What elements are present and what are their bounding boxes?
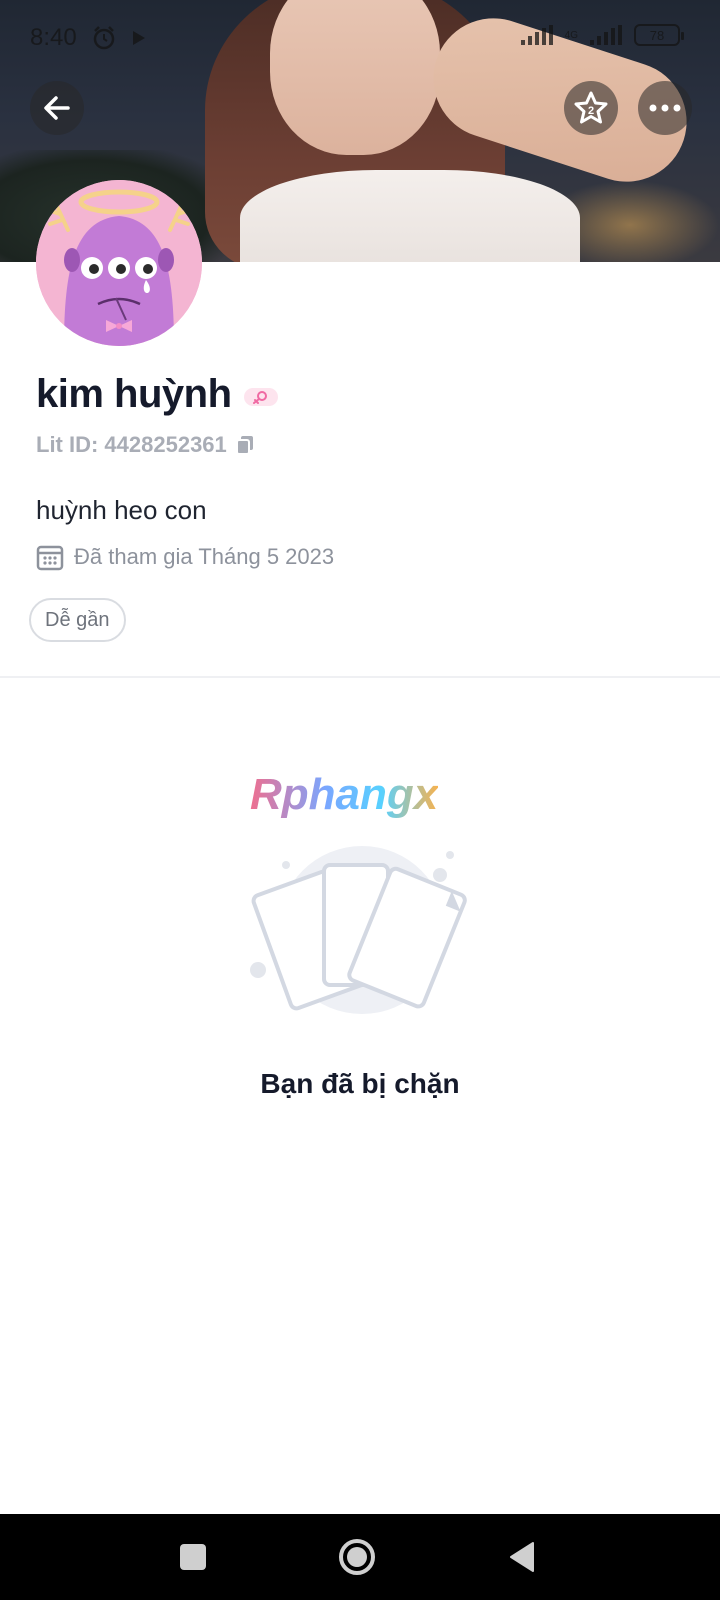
battery-icon: 78 xyxy=(634,24,684,46)
profile-tag: Dễ gần xyxy=(29,598,126,642)
profile-name-row: kim huỳnh xyxy=(36,372,278,417)
recents-button[interactable] xyxy=(153,1514,233,1600)
home-button[interactable] xyxy=(317,1514,397,1600)
join-date: Đã tham gia Tháng 5 2023 xyxy=(74,544,335,569)
profile-bio: huỳnh heo con xyxy=(36,495,207,525)
alarm-icon xyxy=(93,26,114,50)
circle-icon xyxy=(339,1539,375,1575)
avatar[interactable] xyxy=(36,180,202,346)
status-time: 8:40 xyxy=(30,24,77,51)
triangle-back-icon xyxy=(510,1542,534,1572)
lit-id: Lit ID: 4428252361 xyxy=(36,432,227,457)
female-icon xyxy=(243,387,278,406)
status-bar: 8:40 4G 78 xyxy=(0,0,720,76)
back-button[interactable] xyxy=(30,81,84,135)
star-icon: 2 xyxy=(574,91,608,124)
lit-id-row: Lit ID: 4428252361 xyxy=(36,432,255,458)
empty-cards-illustration xyxy=(250,846,467,1014)
play-icon xyxy=(132,31,145,45)
signal-icon-2 xyxy=(590,25,622,45)
battery-level: 78 xyxy=(649,27,665,43)
profile-name: kim huỳnh xyxy=(36,372,232,416)
more-horizontal-icon xyxy=(649,104,681,112)
blocked-message: Bạn đã bị chặn xyxy=(260,1068,460,1099)
section-divider xyxy=(0,676,720,678)
watermark-logo: Rphangx xyxy=(250,770,439,819)
copy-icon[interactable] xyxy=(235,434,255,456)
signal-icon xyxy=(520,25,553,45)
calendar-icon xyxy=(36,545,64,571)
arrow-left-icon xyxy=(44,96,70,120)
system-back-button[interactable] xyxy=(482,1514,562,1600)
square-icon xyxy=(180,1544,206,1570)
more-options-button[interactable] xyxy=(638,81,692,135)
favorite-button[interactable]: 2 xyxy=(564,81,618,135)
svg-text:2: 2 xyxy=(588,105,594,117)
network-label: 4G xyxy=(564,29,578,41)
join-date-row: Đã tham gia Tháng 5 2023 xyxy=(36,543,334,571)
